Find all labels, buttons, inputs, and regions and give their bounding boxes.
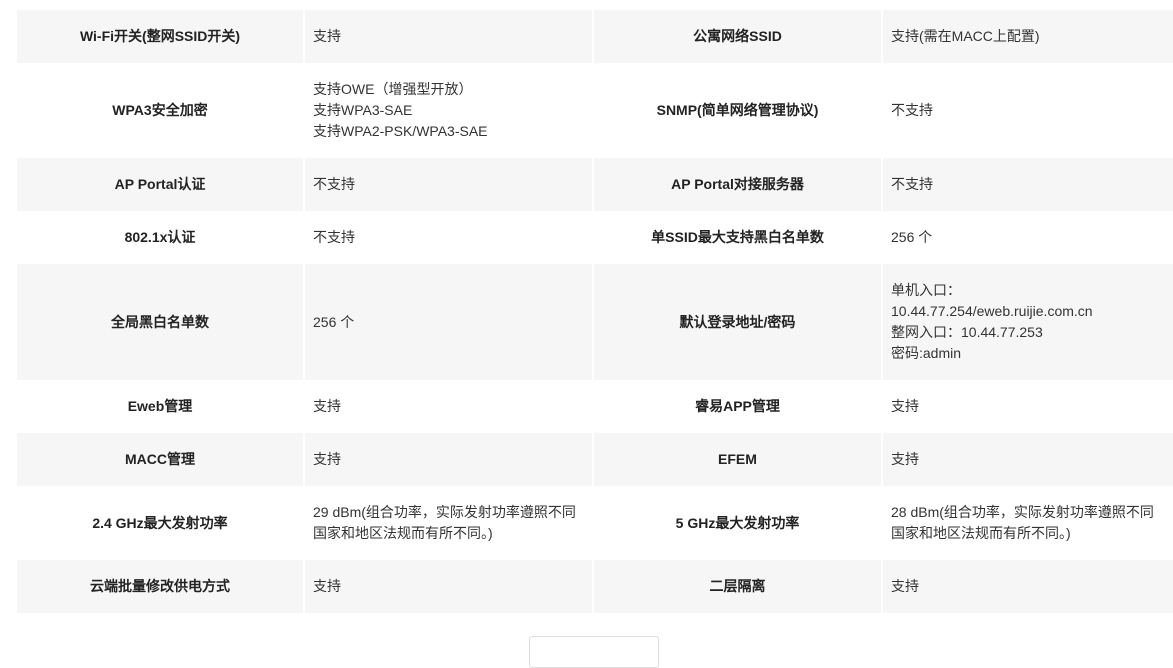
- pagination-box[interactable]: [529, 636, 659, 668]
- spec-value-line: 整网入口：10.44.77.253: [891, 324, 1043, 340]
- spec-value: 单机入口： 10.44.77.254/eweb.ruijie.com.cn 整网入口…: [881, 264, 1173, 380]
- spec-label: AP Portal认证: [17, 158, 304, 211]
- spec-label: 公寓网络SSID: [592, 10, 882, 63]
- spec-value-line: 不支持: [313, 176, 355, 192]
- spec-value: 29 dBm(组合功率，实际发射功率遵照不同国家和地区法规而有所不同。): [303, 486, 593, 560]
- spec-value-line: 不支持: [891, 176, 933, 192]
- spec-label: AP Portal对接服务器: [592, 158, 882, 211]
- spec-value: 256 个: [881, 211, 1173, 264]
- spec-value-line: 支持OWE（增强型开放）: [313, 81, 473, 97]
- spec-table: Wi-Fi开关(整网SSID开关) 支持 公寓网络SSID 支持(需在MACC上配置)…: [17, 10, 1173, 613]
- spec-table-body: Wi-Fi开关(整网SSID开关) 支持 公寓网络SSID 支持(需在MACC上配置)…: [17, 10, 1173, 613]
- spec-value-line: 256 个: [891, 229, 933, 245]
- spec-value: 不支持: [303, 158, 593, 211]
- spec-value: 支持: [881, 380, 1173, 433]
- spec-label: Wi-Fi开关(整网SSID开关): [17, 10, 304, 63]
- spec-value: 支持: [303, 10, 593, 63]
- spec-label: Eweb管理: [127, 398, 193, 414]
- spec-value-line: 支持WPA2-PSK/WPA3-SAE: [313, 123, 488, 139]
- table-row: WPA3安全加密 支持OWE（增强型开放） 支持WPA3-SAE 支持WPA2-PSK…: [17, 63, 1173, 158]
- spec-value-line: 支持: [313, 28, 341, 44]
- spec-label: 2.4 GHz最大发射功率: [92, 514, 228, 531]
- spec-value-line: 支持: [313, 578, 341, 594]
- table-row: AP Portal认证 不支持 AP Portal对接服务器 不支持: [17, 158, 1173, 211]
- table-row: 2.4 GHz最大发射功率 29 dBm(组合功率，实际发射功率遵照不同国家和地区…: [17, 486, 1173, 560]
- spec-label: 全局黑白名单数: [17, 264, 304, 380]
- spec-value-line: 支持: [313, 451, 341, 467]
- table-row: Eweb管理 支持 睿易APP管理 支持: [17, 380, 1173, 433]
- table-row: Wi-Fi开关(整网SSID开关) 支持 公寓网络SSID 支持(需在MACC上配置): [17, 10, 1173, 63]
- spec-value-line: 不支持: [891, 102, 933, 118]
- spec-value: 不支持: [881, 158, 1173, 211]
- spec-label: MACC管理: [17, 433, 304, 486]
- spec-value: 支持: [303, 433, 593, 486]
- spec-value-line: 支持: [313, 398, 341, 414]
- spec-value: 支持(需在MACC上配置): [881, 10, 1173, 63]
- spec-label: SNMP(简单网络管理协议): [592, 63, 882, 158]
- table-row: 云端批量修改供电方式 支持 二层隔离 支持: [17, 560, 1173, 613]
- spec-value: 不支持: [303, 211, 593, 264]
- spec-value: 支持: [881, 433, 1173, 486]
- spec-value-line: 256 个: [313, 313, 355, 330]
- spec-label: EFEM: [592, 433, 882, 486]
- spec-value-line: 支持WPA3-SAE: [313, 102, 413, 118]
- spec-value: 不支持: [881, 63, 1173, 158]
- table-row: 全局黑白名单数 256 个 默认登录地址/密码 单机入口： 10.44.77.254/e…: [17, 264, 1173, 380]
- spec-value-line: 支持: [891, 451, 919, 467]
- spec-label: 二层隔离: [592, 560, 882, 613]
- spec-label: 云端批量修改供电方式: [17, 560, 304, 613]
- spec-value-line: 单机入口：: [891, 282, 961, 298]
- spec-label: WPA3安全加密: [112, 102, 208, 118]
- spec-label: 睿易APP管理: [592, 380, 882, 433]
- spec-value: 256 个: [303, 264, 593, 380]
- table-row: 802.1x认证 不支持 单SSID最大支持黑白名单数 256 个: [17, 211, 1173, 264]
- spec-value-line: 密码:admin: [891, 345, 962, 361]
- spec-value-line: 支持: [891, 578, 919, 594]
- spec-label: 单SSID最大支持黑白名单数: [592, 211, 882, 264]
- spec-value-line: 支持(需在MACC上配置): [891, 28, 1040, 44]
- spec-value: 支持: [303, 380, 593, 433]
- spec-label: 默认登录地址/密码: [592, 264, 882, 380]
- spec-label: 5 GHz最大发射功率: [592, 486, 882, 560]
- table-row: MACC管理 支持 EFEM 支持: [17, 433, 1173, 486]
- spec-value: 28 dBm(组合功率，实际发射功率遵照不同国家和地区法规而有所不同。): [881, 486, 1173, 560]
- spec-value-line: 不支持: [313, 229, 355, 245]
- spec-value-line: 10.44.77.254/eweb.ruijie.com.cn: [891, 303, 1093, 319]
- spec-value: 支持OWE（增强型开放） 支持WPA3-SAE 支持WPA2-PSK/WPA3-SA…: [303, 63, 593, 158]
- spec-value: 支持: [303, 560, 593, 613]
- spec-value-line: 28 dBm(组合功率，实际发射功率遵照不同国家和地区法规而有所不同。): [891, 504, 1154, 541]
- spec-label: 802.1x认证: [124, 229, 196, 245]
- spec-value-line: 支持: [891, 398, 919, 414]
- spec-value-line: 29 dBm(组合功率，实际发射功率遵照不同国家和地区法规而有所不同。): [313, 504, 576, 541]
- spec-value: 支持: [881, 560, 1173, 613]
